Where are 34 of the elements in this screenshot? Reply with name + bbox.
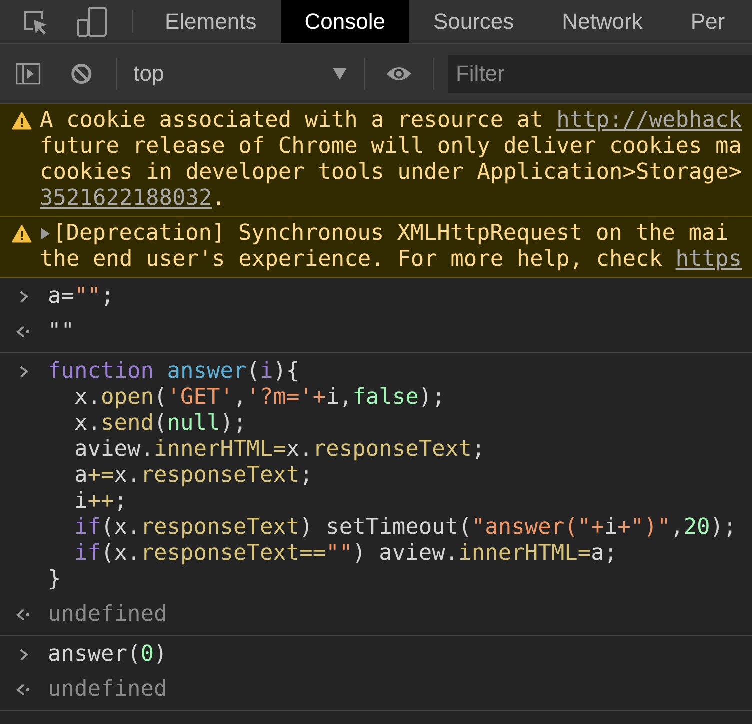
result-text: undefined [48, 677, 168, 703]
result-arrow-icon [16, 683, 32, 697]
tab[interactable]: Network [538, 0, 667, 43]
prompt-icon [18, 365, 30, 379]
tab[interactable]: Console [280, 0, 410, 43]
link[interactable]: http://webhack [556, 108, 742, 134]
tab[interactable]: Per [666, 0, 750, 43]
warning-text: A cookie associated with a resource at [40, 108, 544, 134]
warning-icon [12, 112, 32, 130]
warning-text: [Deprecation] Synchronous XMLHttpRequest on the mai [53, 221, 729, 247]
expand-arrow-icon[interactable] [38, 226, 52, 242]
result-arrow-icon [16, 608, 32, 622]
tab[interactable]: Elements [141, 0, 281, 43]
warning-text: the end user's experience. For more help, check [40, 247, 664, 273]
code-text: function answer(i){ x.open('GET','?m='+i,false); x.send(null); aview.innerHTML=x.responseText; a+=x.responseText; i++; if(x.responseText) setTimeout("answer("+i+")",20); if(x.responseText=="") aview.innerHTML=a; } [48, 359, 737, 593]
filter-field[interactable]: Filter [448, 54, 752, 92]
device-icon[interactable] [76, 6, 108, 38]
link[interactable]: https [676, 247, 742, 273]
result-text: "" [48, 319, 74, 345]
warning-text: . [212, 186, 226, 212]
warning-text: future release of Chrome will only deliver cookies ma [40, 134, 742, 160]
code-text: a=""; [48, 284, 114, 310]
tab[interactable]: Sources [409, 0, 538, 43]
dropdown-arrow-icon [332, 66, 348, 80]
warning-text: cookies in developer tools under Application>Storage> [40, 160, 742, 186]
warning-icon [12, 225, 32, 243]
context-selector[interactable]: top [134, 57, 348, 90]
link[interactable]: 3521622188032 [40, 186, 212, 212]
code-text: answer(0) [48, 642, 168, 668]
result-text: undefined [48, 602, 168, 628]
prompt-icon [18, 290, 30, 304]
result-arrow-icon [16, 325, 32, 339]
sidebar-toggle-icon[interactable] [16, 60, 41, 86]
prompt-icon [18, 648, 30, 662]
